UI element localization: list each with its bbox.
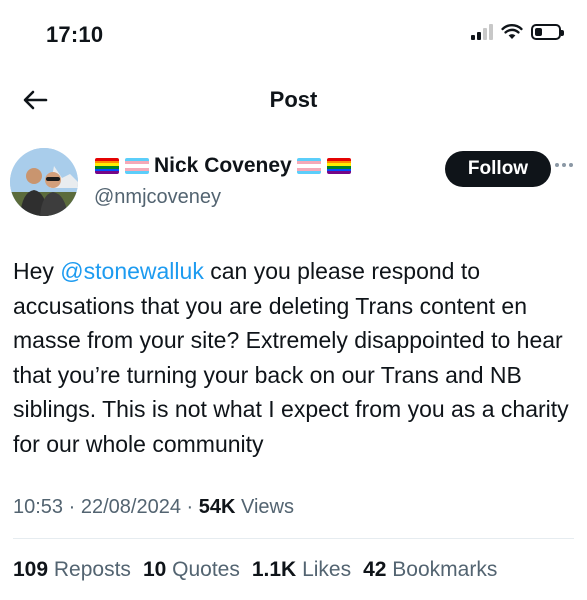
trans-flag-icon xyxy=(296,158,321,174)
stat-count: 10 xyxy=(142,558,167,581)
author-handle[interactable]: @nmjcoveney xyxy=(94,186,221,209)
mention-link[interactable]: @stonewalluk xyxy=(60,258,204,284)
page-title: Post xyxy=(269,87,318,112)
stat-label: Quotes xyxy=(172,558,240,581)
stat-label: Likes xyxy=(302,558,352,581)
stat-quotes[interactable]: 10 Quotes xyxy=(143,558,240,582)
stat-count: 42 xyxy=(363,558,387,581)
flag-emojis-right xyxy=(296,158,352,174)
status-icons xyxy=(471,24,564,40)
meta-separator: · xyxy=(63,496,81,518)
battery-icon xyxy=(531,24,564,40)
nav-bar: Post xyxy=(0,75,587,125)
avatar-photo-icon xyxy=(10,148,78,216)
follow-button[interactable]: Follow xyxy=(445,151,551,187)
battery-level xyxy=(535,28,542,36)
status-time: 17:10 xyxy=(46,22,104,47)
divider xyxy=(13,538,574,539)
stat-label: Reposts xyxy=(53,558,131,581)
author-row: Nick Coveney @nmjcoveney Follow xyxy=(10,148,577,218)
flag-emojis-left xyxy=(94,158,150,174)
author-name-row: Nick Coveney xyxy=(94,154,352,178)
views-label: Views xyxy=(241,496,294,518)
author-name[interactable]: Nick Coveney xyxy=(154,154,292,178)
rainbow-flag-icon xyxy=(95,158,119,174)
stat-label: Bookmarks xyxy=(392,558,498,581)
tweet-text-rest: can you please respond to accusations th… xyxy=(13,258,569,457)
rainbow-flag-icon xyxy=(326,158,351,174)
cellular-signal-icon xyxy=(471,24,493,40)
tweet-text-start: Hey xyxy=(13,258,61,284)
wifi-icon xyxy=(501,24,523,39)
status-bar: 17:10 xyxy=(0,0,587,70)
stat-likes[interactable]: 1.1K Likes xyxy=(252,558,351,582)
post-time[interactable]: 10:53 xyxy=(13,496,63,518)
stat-count: 1.1K xyxy=(251,558,297,581)
avatar[interactable] xyxy=(10,148,78,216)
post-date[interactable]: 22/08/2024 xyxy=(81,496,181,518)
meta-separator: · xyxy=(180,496,199,518)
ellipsis-icon[interactable] xyxy=(555,160,577,170)
tweet-text: Hey @stonewalluk can you please respond … xyxy=(13,254,578,461)
stat-bookmarks[interactable]: 42 Bookmarks xyxy=(363,558,497,582)
stat-count: 109 xyxy=(13,558,49,581)
views-count: 54K xyxy=(198,496,236,518)
engagement-stats: 109 Reposts 10 Quotes 1.1K Likes 42 Book… xyxy=(13,558,497,582)
stat-reposts[interactable]: 109 Reposts xyxy=(13,558,131,582)
post-meta: 10:53 · 22/08/2024 · 54K Views xyxy=(13,496,294,519)
trans-flag-icon xyxy=(125,158,149,174)
